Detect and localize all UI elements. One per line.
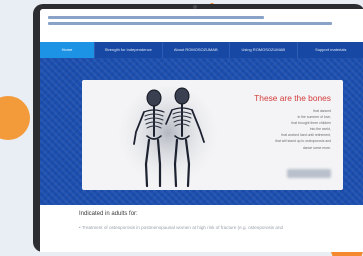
indication-heading: Indicated in adults for: [79,211,138,217]
laptop-frame: Home Strength for independence About ROM… [33,4,363,252]
main-content: Indicated in adults for: • Treatment of … [40,205,363,230]
hero-card: These are the bones that danced in the s… [82,80,343,190]
brand-logo [287,169,331,178]
hero-title: These are the bones [254,93,331,103]
hero-poem-line: dance some more. [302,145,331,150]
main-navigation: Home Strength for independence About ROM… [40,42,363,58]
xray-skeleton-image [118,86,218,190]
nav-item-using[interactable]: Using ROMOSOZUMAB [230,42,298,58]
site-header [40,9,363,42]
indication-text: • Treatment of osteoporosis in postmenop… [79,225,284,230]
decorative-orange-circle [0,96,30,140]
nav-item-support-materials[interactable]: Support materials [298,42,363,58]
header-disclaimer-line [48,16,265,19]
nav-item-strength-for-independence[interactable]: Strength for independence [95,42,163,58]
header-disclaimer-line [48,22,333,25]
laptop-screen: Home Strength for independence About ROM… [40,9,363,252]
hero-banner: These are the bones that danced in the s… [40,58,363,205]
nav-item-about[interactable]: About ROMOSOZUMAB [163,42,230,58]
hero-poem: that danced in the summer of love, that … [241,108,331,151]
nav-item-home[interactable]: Home [40,42,95,58]
